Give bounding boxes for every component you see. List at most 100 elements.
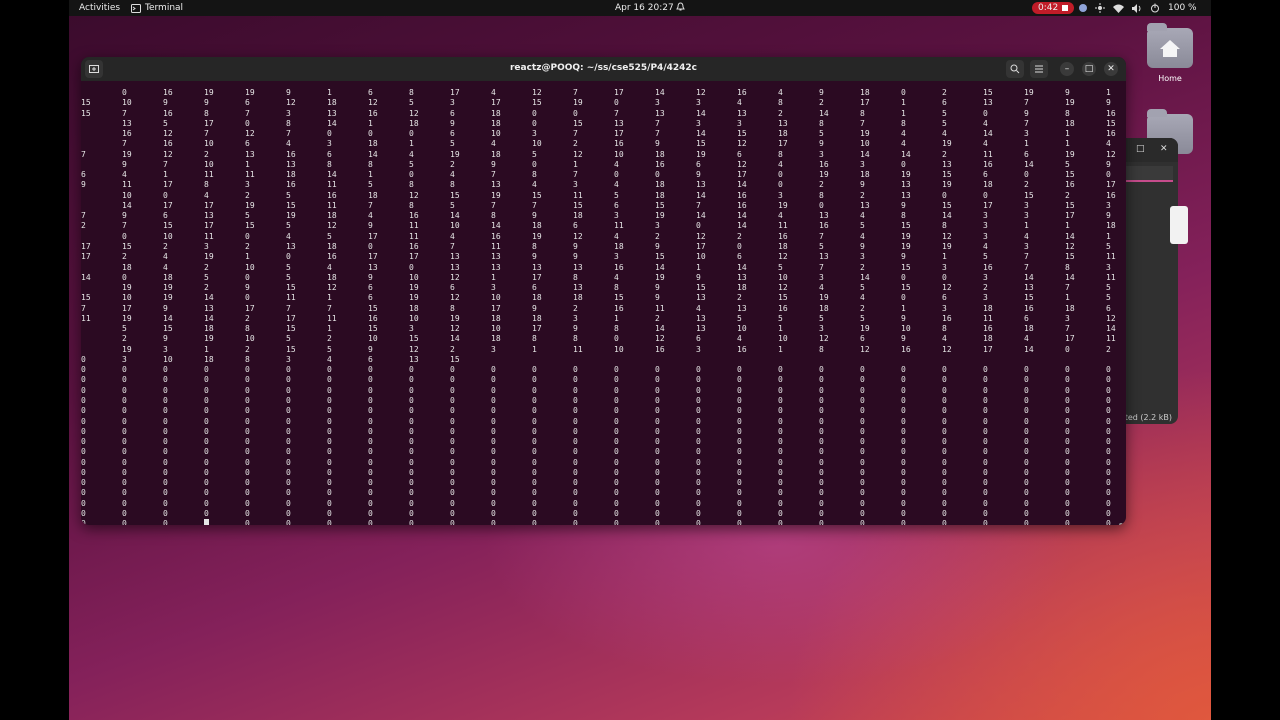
terminal-cell: 14 <box>368 149 378 159</box>
terminal-cell: 8 <box>450 303 455 313</box>
terminal-cell: 3 <box>204 241 209 251</box>
terminal-cell: 17 <box>368 231 378 241</box>
terminal-cell: 0 <box>1065 375 1070 385</box>
clock[interactable]: Apr 16 20:27 <box>615 2 674 14</box>
terminal-cell: 0 <box>942 272 947 282</box>
terminal-line: 0 0 0 0 0 0 0 0 0 0 0 0 0 0 0 0 0 0 0 0 0 0 0 0 0 0 <box>81 458 1126 468</box>
terminal-cell: 0 <box>614 170 619 180</box>
menu-button[interactable] <box>1030 60 1048 78</box>
terminal-window[interactable]: reactz@POOQ: ~/ss/cse525/P4/4242c – □ ✕ … <box>81 57 1126 525</box>
terminal-cell: 12 <box>573 149 583 159</box>
terminal-cell: 0 <box>327 447 332 457</box>
close-icon[interactable]: ✕ <box>1160 144 1168 154</box>
terminal-cell: 1 <box>327 324 332 334</box>
terminal-cell: 0 <box>409 416 414 426</box>
desktop-icon-home[interactable]: Home <box>1145 23 1195 83</box>
terminal-cell: 0 <box>245 365 250 375</box>
terminal-line: 2 9 19 10 5 2 10 15 14 18 8 8 0 12 6 4 10 12 6 9 4 18 4 17 11 <box>81 334 1126 344</box>
system-tray[interactable]: 100 % <box>1079 2 1197 14</box>
terminal-cell: 12 <box>1106 313 1116 323</box>
terminal-cell: 0 <box>491 365 496 375</box>
terminal-cell: 13 <box>655 108 665 118</box>
terminal-cell: 0 <box>696 488 701 498</box>
terminal-cell: 0 <box>1065 385 1070 395</box>
background-window[interactable]: □ ✕ ted (2.2 kB) <box>1118 138 1188 424</box>
terminal-cell: 0 <box>1024 437 1029 447</box>
maximize-icon[interactable]: □ <box>1136 144 1145 154</box>
activities-button[interactable]: Activities <box>79 2 120 14</box>
terminal-cell: 0 <box>204 508 209 518</box>
background-window-status: ted (2.2 kB) <box>1124 413 1172 422</box>
terminal-line: 0 0 0 0 0 0 0 0 0 0 0 0 0 0 0 0 0 0 0 0 0 0 0 0 0 0 <box>81 468 1126 478</box>
minimize-button[interactable]: – <box>1060 62 1074 76</box>
terminal-cell: 0 <box>450 498 455 508</box>
terminal-line: 19 3 1 2 15 5 9 12 2 3 1 11 10 16 3 16 1 8 12 16 12 17 14 0 2 <box>81 345 1126 355</box>
app-menu[interactable]: Terminal <box>131 2 183 14</box>
terminal-cell: 0 <box>163 190 168 200</box>
terminal-cell: 4 <box>491 139 496 149</box>
terminal-line: 7 19 12 2 13 16 6 14 4 19 18 5 12 10 18 19 6 8 3 14 14 2 11 6 19… <box>81 150 1126 160</box>
terminal-cell: 13 <box>450 262 460 272</box>
terminal-cell: 1 <box>204 344 209 354</box>
terminal-cell: 0 <box>573 375 578 385</box>
terminal-cell: 17 <box>368 252 378 262</box>
terminal-cell: 0 <box>655 365 660 375</box>
terminal-output[interactable]: 0 16 19 19 9 1 6 8 17 4 12 7 17 14 12 16 4 9 18 0 2 15 19 9 1 15 1… <box>81 81 1126 525</box>
terminal-cell: 0 <box>983 478 988 488</box>
terminal-cell: 11 <box>409 221 419 231</box>
terminal-cell: 10 <box>409 313 419 323</box>
terminal-cell: 2 <box>778 108 783 118</box>
search-button[interactable] <box>1006 60 1024 78</box>
terminal-cell: 8 <box>860 108 865 118</box>
terminal-cell: 0 <box>655 447 660 457</box>
terminal-cell: 0 <box>327 498 332 508</box>
terminal-cell: 18 <box>655 180 665 190</box>
terminal-header: reactz@POOQ: ~/ss/cse525/P4/4242c – □ ✕ <box>81 57 1126 81</box>
terminal-cell: 19 <box>819 170 829 180</box>
terminal-cell: 15 <box>532 98 542 108</box>
terminal-cell: 0 <box>245 519 250 525</box>
terminal-cell: 15 <box>368 303 378 313</box>
terminal-cell: 0 <box>573 457 578 467</box>
screen-record-indicator[interactable]: 0:42 <box>1032 2 1075 14</box>
terminal-cell: 0 <box>532 159 537 169</box>
terminal-cell: 0 <box>901 488 906 498</box>
background-window-tab[interactable] <box>1118 166 1173 182</box>
terminal-cell: 14 <box>1065 231 1075 241</box>
terminal-cell: 0 <box>532 437 537 447</box>
terminal-cell: 14 <box>696 211 706 221</box>
terminal-cell: 4 <box>286 139 291 149</box>
close-button[interactable]: ✕ <box>1104 62 1118 76</box>
terminal-cell: 0 <box>614 395 619 405</box>
terminal-cell: 17 <box>778 139 788 149</box>
terminal-line: 0 16 19 19 9 1 6 8 17 4 12 7 17 14 12 16 4 9 18 0 2 15 19 9 1 <box>81 88 1126 98</box>
terminal-cell: 7 <box>1024 252 1029 262</box>
terminal-cell: 3 <box>1024 211 1029 221</box>
terminal-cell: 0 <box>368 129 373 139</box>
terminal-cell: 0 <box>655 457 660 467</box>
terminal-cell: 0 <box>491 478 496 488</box>
terminal-cell: 0 <box>860 437 865 447</box>
terminal-cell: 7 <box>1024 98 1029 108</box>
terminal-cell: 15 <box>573 200 583 210</box>
terminal-cell: 0 <box>819 457 824 467</box>
terminal-cell: 15 <box>1065 252 1075 262</box>
maximize-button[interactable]: □ <box>1082 62 1096 76</box>
bell-icon[interactable] <box>676 2 685 16</box>
terminal-cell: 0 <box>368 241 373 251</box>
terminal-cell: 9 <box>1106 211 1111 221</box>
terminal-cell: 0 <box>942 488 947 498</box>
terminal-cell: 0 <box>737 508 742 518</box>
terminal-cell: 0 <box>327 426 332 436</box>
terminal-cell: 16 <box>368 313 378 323</box>
terminal-cell: 19 <box>122 283 132 293</box>
terminal-cell: 3 <box>614 252 619 262</box>
terminal-cell: 0 <box>1106 508 1111 518</box>
terminal-scrollbar[interactable] <box>1119 523 1123 525</box>
terminal-cell: 0 <box>737 365 742 375</box>
terminal-cell: 10 <box>450 221 460 231</box>
terminal-cell: 5 <box>942 108 947 118</box>
terminal-cell: 0 <box>614 519 619 525</box>
terminal-cell: 1 <box>1106 88 1111 97</box>
terminal-cell: 0 <box>532 447 537 457</box>
